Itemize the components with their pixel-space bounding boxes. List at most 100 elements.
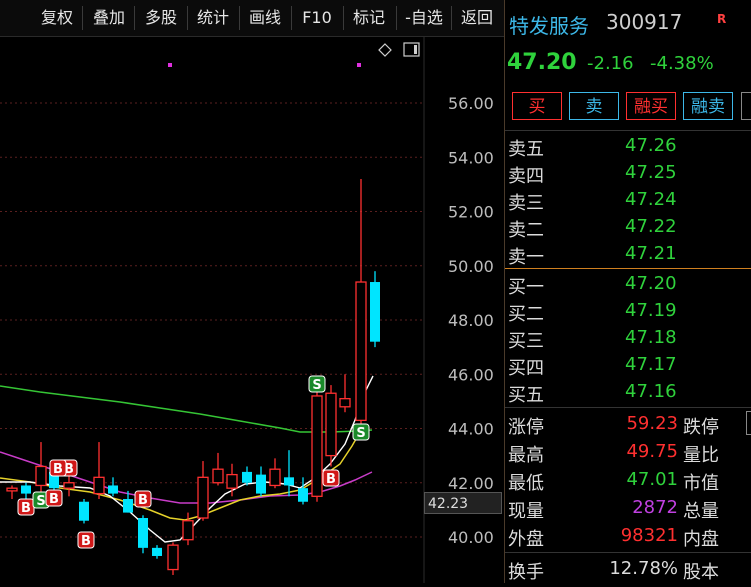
svg-text:B: B xyxy=(21,501,31,516)
more-button[interactable] xyxy=(741,92,751,120)
svg-text:B: B xyxy=(326,472,336,487)
outer-volume-value: 98321 xyxy=(620,525,678,546)
kline-chart[interactable]: BSBBBBBBSS 56.00 54.00 52.00 50.00 48.00 46.0… xyxy=(0,37,504,583)
divider xyxy=(505,130,751,131)
ask5-price[interactable]: 47.26 xyxy=(625,135,677,156)
svg-text:S: S xyxy=(356,426,365,441)
y-tick-label: 40.00 xyxy=(448,528,494,547)
divider xyxy=(451,6,452,30)
turnover-value: 12.78% xyxy=(609,558,678,579)
ask1-label: 卖一 xyxy=(508,247,544,268)
margin-sell-button[interactable]: 融卖 xyxy=(683,92,733,120)
y-tick-label: 46.00 xyxy=(448,365,494,384)
sell-button[interactable]: 卖 xyxy=(569,92,619,120)
ask2-label: 卖二 xyxy=(508,220,544,241)
divider xyxy=(343,6,344,30)
divider xyxy=(505,552,751,553)
bid4-price[interactable]: 47.17 xyxy=(625,354,677,375)
f10-button[interactable]: F10 xyxy=(294,6,340,30)
current-price-tag: 42.23 xyxy=(424,492,502,514)
candlestick xyxy=(370,271,380,348)
multi-stock-button[interactable]: 多股 xyxy=(138,6,184,30)
price-change-pct: -4.38% xyxy=(650,53,714,74)
limit-up-label: 涨停 xyxy=(508,417,544,438)
divider xyxy=(134,6,135,30)
bid4-label: 买四 xyxy=(508,358,544,379)
buy-signal-marker[interactable]: B xyxy=(17,498,35,516)
margin-flag: R xyxy=(717,12,727,26)
bid2-label: 买二 xyxy=(508,304,544,325)
y-tick-label: 50.00 xyxy=(448,257,494,276)
candlestick xyxy=(311,390,323,502)
bid-ask-divider xyxy=(505,268,751,269)
svg-text:B: B xyxy=(49,492,59,507)
divider xyxy=(291,6,292,30)
overlay-button[interactable]: 叠加 xyxy=(86,6,132,30)
y-tick-label: 48.00 xyxy=(448,311,494,330)
divider xyxy=(82,6,83,30)
ask2-price[interactable]: 47.22 xyxy=(625,216,677,237)
margin-buy-button[interactable]: 融买 xyxy=(626,92,676,120)
draw-line-button[interactable]: 画线 xyxy=(242,6,288,30)
buy-signal-marker[interactable]: B xyxy=(322,469,340,487)
sell-signal-marker[interactable]: S xyxy=(308,375,326,393)
bid3-price[interactable]: 47.18 xyxy=(625,327,677,348)
bid2-price[interactable]: 47.19 xyxy=(625,300,677,321)
bid3-label: 买三 xyxy=(508,331,544,352)
ask5-label: 卖五 xyxy=(508,139,544,160)
bid1-label: 买一 xyxy=(508,277,544,298)
price-change: -2.16 xyxy=(587,53,634,74)
ask4-label: 卖四 xyxy=(508,166,544,187)
buy-button[interactable]: 买 xyxy=(512,92,562,120)
sell-signal-marker[interactable]: S xyxy=(352,423,370,441)
bid1-price[interactable]: 47.20 xyxy=(625,273,677,294)
mark-button[interactable]: 标记 xyxy=(346,6,392,30)
volume-ratio-label: 量比 xyxy=(683,445,719,466)
add-watchlist-button[interactable]: -自选 xyxy=(399,6,449,30)
buy-signal-marker[interactable]: B xyxy=(45,489,63,507)
high-label: 最高 xyxy=(508,445,544,466)
stock-code: 300917 xyxy=(606,10,683,34)
svg-text:B: B xyxy=(81,534,91,549)
svg-text:S: S xyxy=(36,494,45,509)
buy-signal-marker[interactable]: B xyxy=(134,490,152,508)
back-button[interactable]: 返回 xyxy=(454,6,500,30)
candlestick xyxy=(138,515,148,554)
stock-name[interactable]: 特发服务 xyxy=(509,10,589,39)
ask3-price[interactable]: 47.24 xyxy=(625,189,677,210)
high-value: 49.75 xyxy=(626,441,678,462)
divider xyxy=(505,407,751,408)
inner-volume-label: 内盘 xyxy=(683,529,719,550)
y-tick-label: 52.00 xyxy=(448,203,494,222)
last-price: 47.20 xyxy=(507,50,577,75)
svg-text:B: B xyxy=(53,462,63,477)
limit-up-value: 59.23 xyxy=(626,413,678,434)
candlestick xyxy=(79,499,89,524)
statistics-button[interactable]: 统计 xyxy=(190,6,236,30)
buy-signal-marker[interactable]: B xyxy=(49,459,67,477)
ask4-price[interactable]: 47.25 xyxy=(625,162,677,183)
candlestick xyxy=(325,385,337,467)
ask1-price[interactable]: 47.21 xyxy=(625,243,677,264)
restore-rights-button[interactable]: 复权 xyxy=(34,6,80,30)
chart-toolbar: 复权 叠加 多股 统计 画线 F10 标记 -自选 返回 xyxy=(0,0,504,37)
y-tick-label: 56.00 xyxy=(448,94,494,113)
current-volume-label: 现量 xyxy=(508,501,544,522)
svg-text:S: S xyxy=(312,378,321,393)
y-tick-label: 42.00 xyxy=(448,474,494,493)
current-volume-value: 2872 xyxy=(632,497,678,518)
low-label: 最低 xyxy=(508,473,544,494)
limit-down-label: 跌停 xyxy=(683,417,719,438)
turnover-label: 换手 xyxy=(508,562,544,583)
signal-dot xyxy=(168,63,172,67)
svg-text:B: B xyxy=(138,493,148,508)
outer-volume-label: 外盘 xyxy=(508,529,544,550)
y-tick-label: 44.00 xyxy=(448,420,494,439)
divider xyxy=(239,6,240,30)
buy-signal-marker[interactable]: B xyxy=(77,531,95,549)
divider xyxy=(187,6,188,30)
share-capital-label: 股本 xyxy=(683,562,719,583)
divider xyxy=(396,6,397,30)
quote-panel: 特发服务 300917 R 47.20 -2.16 -4.38% 买 卖 融买 … xyxy=(505,0,751,583)
bid5-price[interactable]: 47.16 xyxy=(625,381,677,402)
